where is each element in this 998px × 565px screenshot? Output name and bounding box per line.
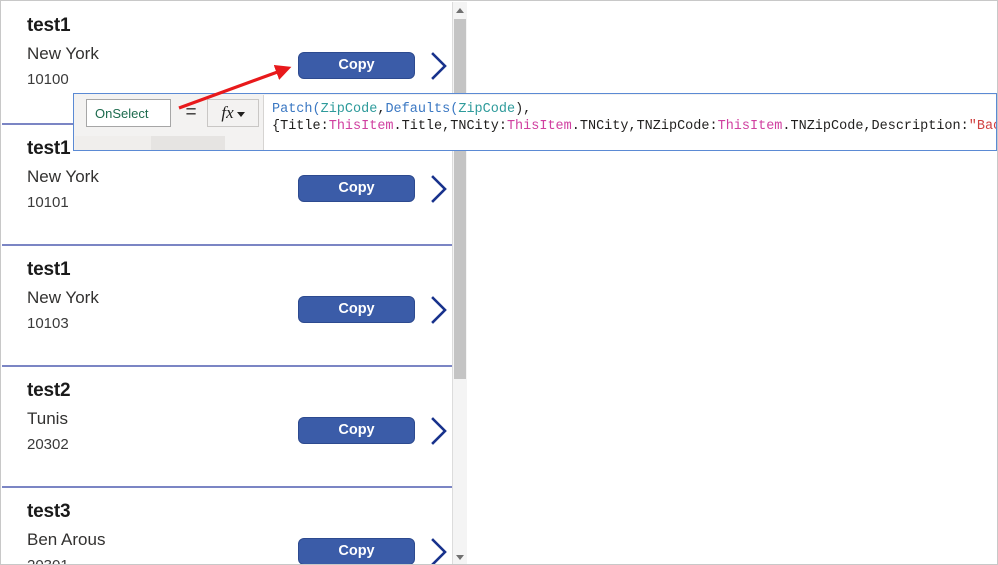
gallery-item-city: New York <box>27 288 99 307</box>
formula-token: .Title,TNCity: <box>393 119 507 134</box>
gallery-item[interactable]: test2 Tunis 20302 Copy <box>2 365 452 486</box>
fx-icon: fx <box>221 103 234 122</box>
chevron-right-icon[interactable] <box>429 536 449 564</box>
formula-token: "Back Up" <box>968 119 996 134</box>
formula-token: .TNCity,TNZipCode: <box>571 119 718 134</box>
scroll-up-arrow-icon[interactable] <box>453 2 467 18</box>
equals-sign: = <box>185 102 197 123</box>
copy-button[interactable]: Copy <box>298 175 415 202</box>
gallery-item[interactable]: test3 Ben Arous 20301 Copy <box>2 486 452 564</box>
chevron-right-icon[interactable] <box>429 415 449 447</box>
formula-input[interactable]: Patch(ZipCode,Defaults(ZipCode), {Title:… <box>263 95 996 150</box>
scroll-thumb[interactable] <box>454 19 466 379</box>
scroll-down-arrow-icon[interactable] <box>453 549 467 564</box>
app-screenshot: test1 New York 10100 Copy test1 New York 10101… <box>0 0 998 565</box>
property-selector-label: OnSelect <box>95 105 149 121</box>
chevron-down-icon <box>236 112 245 117</box>
gallery-list: test1 New York 10100 Copy test1 New York 10101… <box>2 2 452 564</box>
gallery-item-title: test3 <box>27 501 71 522</box>
formula-token: ), <box>515 102 532 117</box>
formula-token: ThisItem <box>717 119 783 134</box>
gallery-item-zip: 20302 <box>27 436 69 453</box>
copy-button[interactable]: Copy <box>298 538 415 564</box>
gallery-item-title: test1 <box>27 15 71 36</box>
gallery-item-title: test1 <box>27 138 71 159</box>
formula-token: ThisItem <box>328 119 394 134</box>
chevron-right-icon[interactable] <box>429 173 449 205</box>
formula-token: Patch( <box>272 102 321 117</box>
gallery-item-city: New York <box>27 167 99 186</box>
gallery-item-zip: 20301 <box>27 557 69 564</box>
gallery-item-city: Tunis <box>27 409 68 428</box>
gallery-item-city: New York <box>27 44 99 63</box>
property-tab-active <box>75 136 151 150</box>
formula-token: ThisItem <box>506 119 572 134</box>
gallery-item-zip: 10101 <box>27 194 69 211</box>
gallery-vertical-scrollbar[interactable] <box>452 2 467 564</box>
fx-expand-button[interactable]: fx <box>207 99 259 127</box>
gallery-item-title: test1 <box>27 259 71 280</box>
chevron-right-icon[interactable] <box>429 50 449 82</box>
gallery-item-zip: 10100 <box>27 71 69 88</box>
gallery-item-zip: 10103 <box>27 315 69 332</box>
copy-button[interactable]: Copy <box>298 296 415 323</box>
gallery-item-title: test2 <box>27 380 71 401</box>
formula-token: {Title: <box>272 119 329 134</box>
formula-bar: OnSelect = fx Patch(ZipCode,Defaults(Zip… <box>73 93 997 151</box>
gallery-item[interactable]: test1 New York 10103 Copy <box>2 244 452 365</box>
copy-button[interactable]: Copy <box>298 52 415 79</box>
chevron-right-icon[interactable] <box>429 294 449 326</box>
canvas-blank-area <box>467 2 997 564</box>
formula-token: ZipCode <box>458 102 516 117</box>
formula-token: ZipCode <box>320 102 378 117</box>
copy-button[interactable]: Copy <box>298 417 415 444</box>
formula-token: Defaults( <box>385 102 459 117</box>
property-selector-dropdown[interactable]: OnSelect <box>86 99 171 127</box>
gallery-item-city: Ben Arous <box>27 530 106 549</box>
formula-token: .TNZipCode,Description: <box>782 119 969 134</box>
